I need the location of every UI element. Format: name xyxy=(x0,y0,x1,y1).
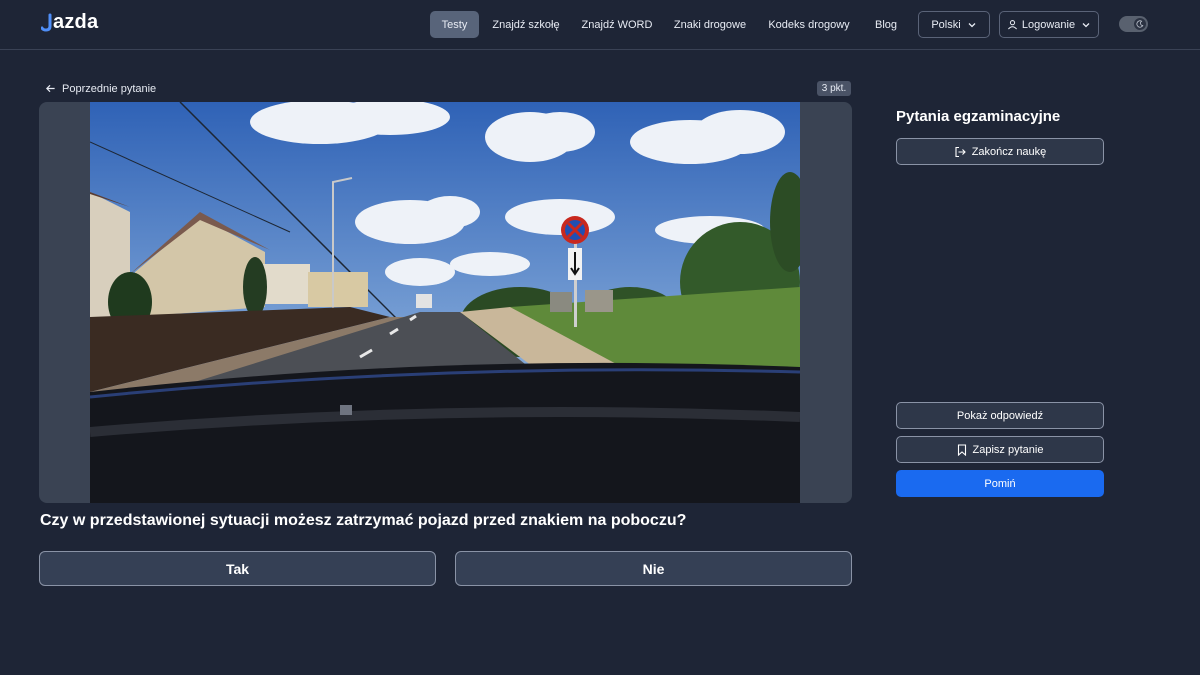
skip-button[interactable]: Pomiń xyxy=(896,470,1104,497)
arrow-left-icon xyxy=(45,84,55,93)
theme-toggle[interactable] xyxy=(1119,16,1148,32)
chevron-down-icon xyxy=(968,22,976,27)
logo-j-icon xyxy=(41,13,52,32)
nav-highway-code[interactable]: Kodeks drogowy xyxy=(764,11,854,38)
previous-question-link[interactable]: Poprzednie pytanie xyxy=(45,81,156,96)
show-answer-label: Pokaż odpowiedź xyxy=(956,409,1044,422)
nav-road-signs[interactable]: Znaki drogowe xyxy=(668,11,752,38)
answer-no-button[interactable]: Nie xyxy=(455,551,852,586)
logo-text: azda xyxy=(53,11,99,33)
nav-testy[interactable]: Testy xyxy=(430,11,479,38)
nav-blog[interactable]: Blog xyxy=(868,11,904,38)
skip-label: Pomiń xyxy=(984,477,1016,490)
login-button[interactable]: Logowanie xyxy=(999,11,1099,38)
theme-knob xyxy=(1134,18,1146,30)
save-question-button[interactable]: Zapisz pytanie xyxy=(896,436,1104,463)
show-answer-button[interactable]: Pokaż odpowiedź xyxy=(896,402,1104,429)
previous-question-label: Poprzednie pytanie xyxy=(62,82,157,95)
sidebar-title: Pytania egzaminacyjne xyxy=(896,108,1061,125)
finish-learning-label: Zakończ naukę xyxy=(971,145,1047,158)
nav-label: Testy xyxy=(441,18,468,31)
save-question-label: Zapisz pytanie xyxy=(972,443,1044,456)
question-text: Czy w przedstawionej sytuacji możesz zat… xyxy=(40,512,687,529)
answer-label: Nie xyxy=(642,560,665,577)
nav-label: Blog xyxy=(874,18,898,31)
language-label: Polski xyxy=(931,18,961,31)
points-badge: 3 pkt. xyxy=(817,81,851,96)
answer-yes-button[interactable]: Tak xyxy=(39,551,436,586)
nav-label: Znajdź WORD xyxy=(581,18,653,31)
login-label: Logowanie xyxy=(1021,18,1076,31)
question-media-frame xyxy=(39,102,852,503)
finish-learning-button[interactable]: Zakończ naukę xyxy=(896,138,1104,165)
nav-label: Znajdź szkołę xyxy=(492,18,560,31)
nav-label: Kodeks drogowy xyxy=(768,18,850,31)
nav-find-school[interactable]: Znajdź szkołę xyxy=(487,11,565,38)
moon-icon xyxy=(1136,20,1144,28)
answer-label: Tak xyxy=(225,560,250,577)
logo[interactable]: azda xyxy=(41,11,98,34)
user-icon xyxy=(1007,20,1017,30)
chevron-down-icon xyxy=(1082,22,1090,27)
language-select[interactable]: Polski xyxy=(918,11,990,38)
nav-find-word[interactable]: Znajdź WORD xyxy=(578,11,656,38)
nav-label: Znaki drogowe xyxy=(673,18,747,31)
bookmark-icon xyxy=(957,443,966,456)
question-photo xyxy=(90,102,800,503)
exit-icon xyxy=(955,146,966,157)
top-navbar: azda Testy Znajdź szkołę Znajdź WORD Zna… xyxy=(0,0,1200,50)
